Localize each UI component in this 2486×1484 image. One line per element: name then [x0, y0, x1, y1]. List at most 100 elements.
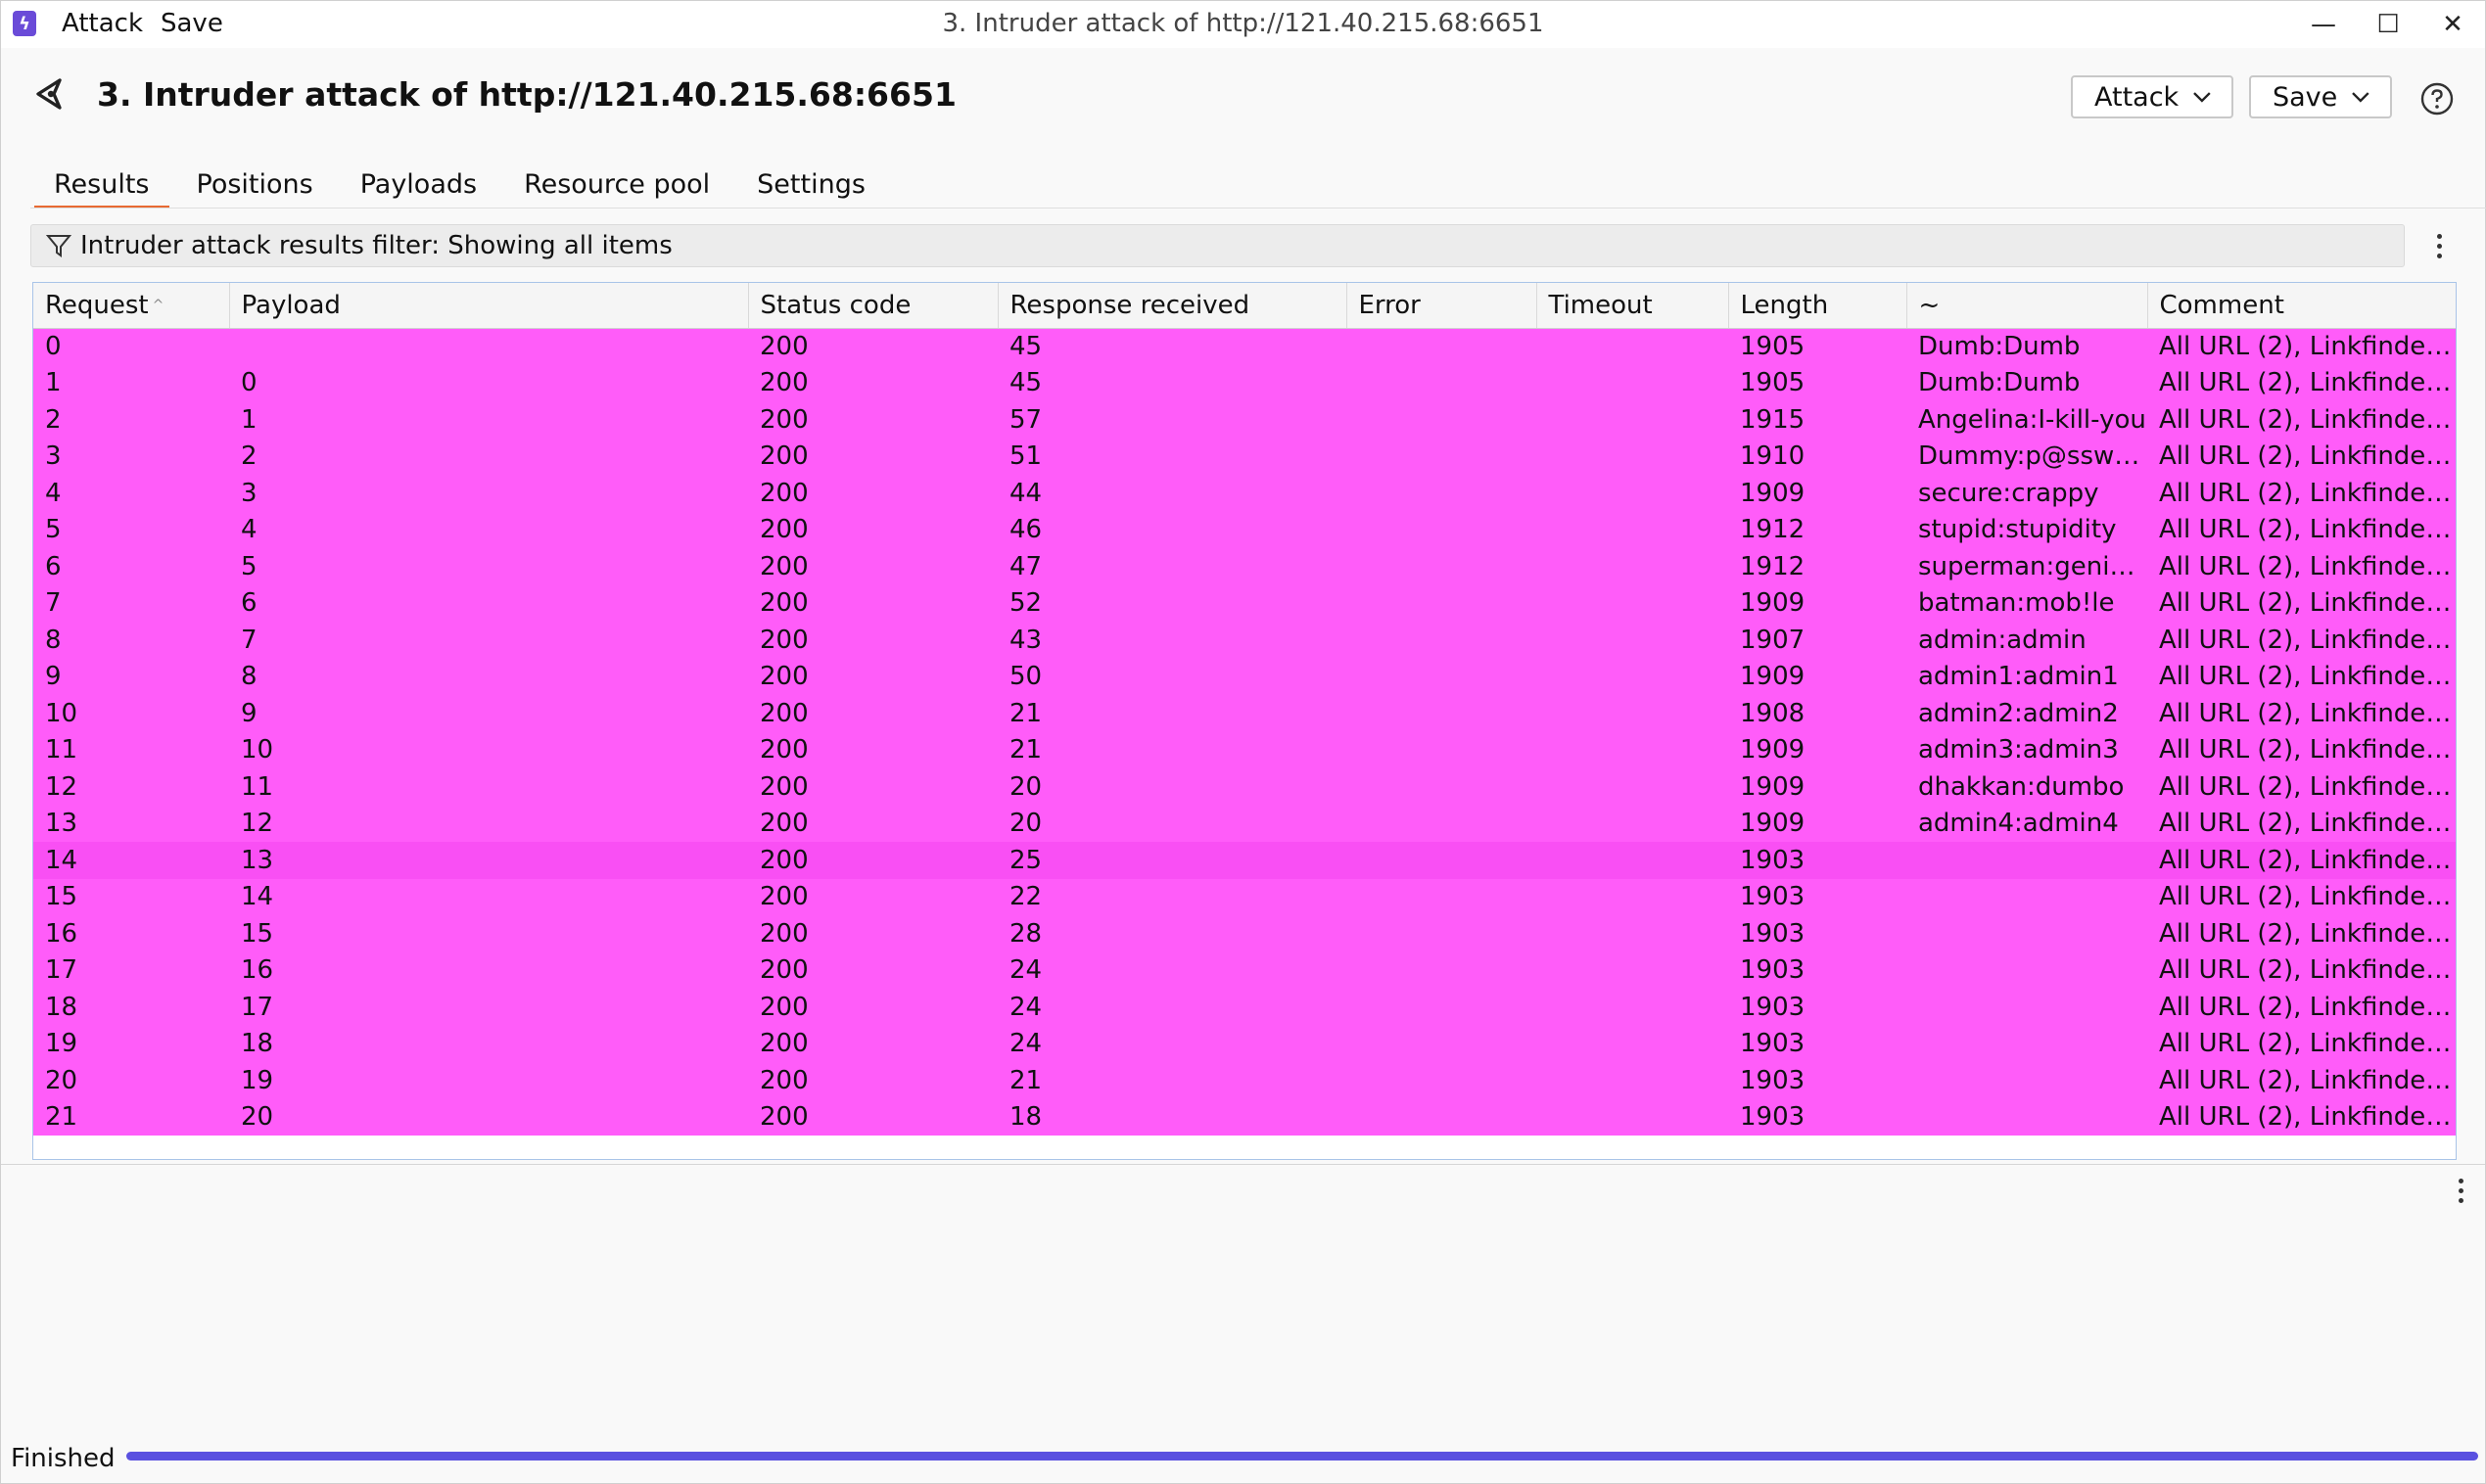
- cell-comment: All URL (2), Linkfinder (1), 3 keyword(s…: [2159, 992, 2456, 1022]
- column-header-extract[interactable]: ~: [1906, 283, 2148, 329]
- cell-request: 13: [45, 809, 78, 839]
- maximize-button[interactable]: ☐: [2359, 3, 2417, 46]
- cell-payload: 8: [241, 662, 258, 692]
- table-row[interactable]: 19 18 200 24 1903 All URL (2), Linkfinder (1)…: [33, 1025, 2456, 1063]
- cell-response-received: 24: [1009, 955, 1043, 986]
- tab-positions[interactable]: Positions: [173, 162, 337, 209]
- tab-resource-pool[interactable]: Resource pool: [500, 162, 733, 209]
- cell-payload: 4: [241, 515, 258, 545]
- cell-comment: All URL (2), Linkfinder (1), 3 keyword(s…: [2159, 478, 2456, 508]
- page-title: 3. Intruder attack of http://121.40.215.…: [97, 75, 957, 114]
- column-header-payload[interactable]: Payload: [229, 283, 749, 329]
- cell-status-code: 200: [760, 332, 809, 361]
- table-row[interactable]: 2 1 200 57 1915 Angelina:I-kill-you All URL (2…: [33, 401, 2456, 439]
- cell-length: 1903: [1740, 1102, 1806, 1133]
- tab-results[interactable]: Results: [30, 162, 173, 209]
- cell-response-received: 21: [1009, 1065, 1043, 1095]
- cell-comment: All URL (2), Linkfinder (1), 3 keyword(s…: [2159, 332, 2456, 361]
- table-row[interactable]: 13 12 200 20 1909 admin4:admin4 All URL (2), L…: [33, 805, 2456, 842]
- cell-request: 18: [45, 992, 78, 1022]
- cell-timeout: [1536, 842, 1728, 879]
- cell-request: 3: [45, 441, 62, 472]
- cell-status-code: 200: [760, 771, 809, 802]
- table-row[interactable]: 18 17 200 24 1903 All URL (2), Linkfinder (1)…: [33, 989, 2456, 1026]
- cell-response-received: 44: [1009, 478, 1043, 508]
- cell-request: 4: [45, 478, 62, 508]
- attack-dropdown-button[interactable]: Attack: [2071, 75, 2233, 118]
- cell-status-code: 200: [760, 698, 809, 728]
- table-row[interactable]: 14 13 200 25 1903 All URL (2), Linkfinder (1)…: [33, 842, 2456, 879]
- cell-payload: 1: [241, 404, 258, 435]
- table-row[interactable]: 9 8 200 50 1909 admin1:admin1 All URL (2), Lin…: [33, 658, 2456, 695]
- results-filter-bar[interactable]: Intruder attack results filter: Showing …: [30, 224, 2405, 267]
- cell-extract: admin1:admin1: [1918, 662, 2119, 692]
- table-row[interactable]: 4 3 200 44 1909 secure:crappy All URL (2), Lin…: [33, 475, 2456, 512]
- filter-more-icon[interactable]: [2429, 226, 2449, 265]
- column-header-status-code[interactable]: Status code: [748, 283, 999, 329]
- attack-button-label: Attack: [2094, 81, 2180, 113]
- help-icon[interactable]: [2419, 81, 2455, 116]
- cell-payload: 16: [241, 955, 274, 986]
- cell-payload: 7: [241, 625, 258, 655]
- table-row[interactable]: 0 200 45 1905 Dumb:Dumb All URL (2), Linkfind…: [33, 328, 2456, 365]
- cell-status-code: 200: [760, 441, 809, 472]
- column-header-timeout[interactable]: Timeout: [1536, 283, 1729, 329]
- table-row[interactable]: 16 15 200 28 1903 All URL (2), Linkfinder (1)…: [33, 915, 2456, 952]
- cell-status-code: 200: [760, 918, 809, 949]
- table-row[interactable]: 17 16 200 24 1903 All URL (2), Linkfinder (1)…: [33, 951, 2456, 989]
- cell-response-received: 51: [1009, 441, 1043, 472]
- table-row[interactable]: 15 14 200 22 1903 All URL (2), Linkfinder (1)…: [33, 878, 2456, 915]
- cell-payload: 12: [241, 809, 274, 839]
- cell-payload: [229, 328, 748, 365]
- cell-request: 12: [45, 771, 78, 802]
- cell-request: 20: [45, 1065, 78, 1095]
- cell-timeout: [1536, 585, 1728, 623]
- cell-length: 1910: [1740, 441, 1806, 472]
- column-header-response-received[interactable]: Response received: [998, 283, 1347, 329]
- cell-extract: admin:admin: [1918, 625, 2087, 655]
- save-button-label: Save: [2273, 81, 2338, 113]
- table-row[interactable]: 10 9 200 21 1908 admin2:admin2 All URL (2), Li…: [33, 695, 2456, 732]
- cell-comment: All URL (2), Linkfinder (1), 3 keyword(s…: [2159, 735, 2456, 765]
- cell-extract: [1906, 1026, 2147, 1063]
- cell-payload: 2: [241, 441, 258, 472]
- cell-status-code: 200: [760, 478, 809, 508]
- cell-error: [1346, 585, 1536, 623]
- column-header-request[interactable]: Request ^: [33, 283, 230, 329]
- table-row[interactable]: 3 2 200 51 1910 Dummy:p@ssword All URL (2), Li…: [33, 438, 2456, 475]
- cell-status-code: 200: [760, 1029, 809, 1059]
- column-header-error[interactable]: Error: [1346, 283, 1537, 329]
- cell-request: 21: [45, 1102, 78, 1133]
- cell-response-received: 25: [1009, 845, 1043, 875]
- cell-timeout: [1536, 475, 1728, 512]
- column-header-length[interactable]: Length: [1728, 283, 1907, 329]
- table-row[interactable]: 11 10 200 21 1909 admin3:admin3 All URL (2), L…: [33, 731, 2456, 769]
- table-row[interactable]: 5 4 200 46 1912 stupid:stupidity All URL (2), …: [33, 511, 2456, 548]
- tab-payloads[interactable]: Payloads: [337, 162, 500, 209]
- cell-payload: 19: [241, 1065, 274, 1095]
- cell-extract: dhakkan:dumbo: [1918, 771, 2125, 802]
- title-bar: ϟ Attack Save 3. Intruder attack of http…: [1, 1, 2485, 48]
- minimize-button[interactable]: —: [2294, 3, 2353, 46]
- cell-error: [1346, 732, 1536, 769]
- column-header-comment[interactable]: Comment: [2147, 283, 2456, 329]
- cell-error: [1346, 768, 1536, 806]
- close-button[interactable]: ✕: [2423, 3, 2482, 46]
- cell-comment: All URL (2), Linkfinder (1), 3 keyword(s…: [2159, 918, 2456, 949]
- table-row[interactable]: 8 7 200 43 1907 admin:admin All URL (2), Linkf…: [33, 622, 2456, 659]
- pane-divider[interactable]: [1, 1164, 2485, 1165]
- table-row[interactable]: 21 20 200 18 1903 All URL (2), Linkfinder (1)…: [33, 1098, 2456, 1136]
- save-dropdown-button[interactable]: Save: [2249, 75, 2392, 118]
- table-row[interactable]: 6 5 200 47 1912 superman:genious All URL (2), …: [33, 548, 2456, 585]
- table-row[interactable]: 1 0 200 45 1905 Dumb:Dumb All URL (2), Linkfin…: [33, 364, 2456, 401]
- table-row[interactable]: 12 11 200 20 1909 dhakkan:dumbo All URL (2), L…: [33, 768, 2456, 806]
- cell-status-code: 200: [760, 625, 809, 655]
- table-row[interactable]: 7 6 200 52 1909 batman:mob!le All URL (2), Lin…: [33, 584, 2456, 623]
- cell-request: 15: [45, 882, 78, 912]
- lower-pane-more-icon[interactable]: [2451, 1171, 2470, 1210]
- attack-header: 3. Intruder attack of http://121.40.215.…: [1, 48, 2485, 146]
- menu-save[interactable]: Save: [161, 9, 223, 38]
- menu-attack[interactable]: Attack: [62, 9, 143, 38]
- tab-settings[interactable]: Settings: [733, 162, 889, 209]
- table-row[interactable]: 20 19 200 21 1903 All URL (2), Linkfinder (1)…: [33, 1062, 2456, 1099]
